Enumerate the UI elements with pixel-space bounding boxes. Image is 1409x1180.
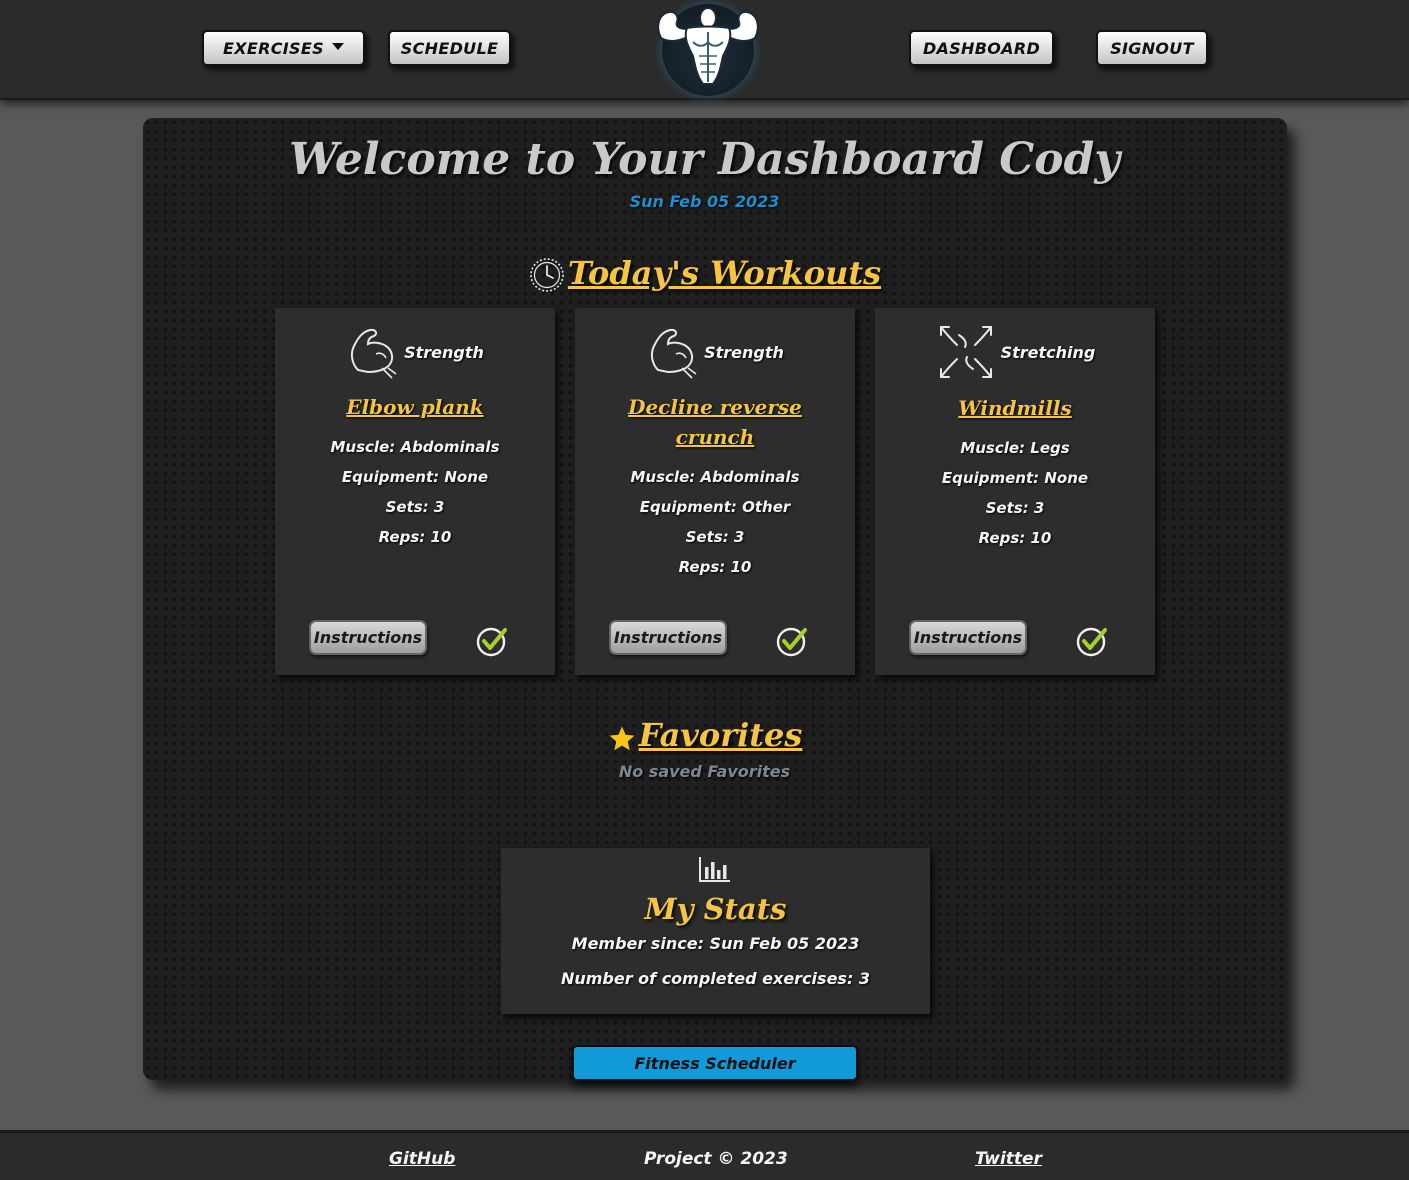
flexed-arm-icon — [351, 328, 397, 379]
exercise-name-link[interactable]: Elbow plank — [295, 392, 535, 422]
signout-label: SIGNOUT — [1110, 38, 1194, 58]
exercise-name-link[interactable]: Windmills — [895, 393, 1135, 423]
my-stats-card: My Stats Member since: Sun Feb 05 2023 N… — [501, 848, 930, 1014]
complete-check-icon[interactable] — [1075, 624, 1109, 658]
exercise-muscle: Muscle: Abdominals — [330, 438, 500, 456]
workout-type-label: Strength — [404, 342, 484, 362]
exercise-muscle: Muscle: Abdominals — [630, 468, 800, 486]
workout-type-row: Strength — [275, 322, 555, 382]
favorites-title[interactable]: Favorites — [639, 716, 803, 754]
page-title: Welcome to Your Dashboard Cody — [289, 134, 1120, 185]
twitter-link[interactable]: Twitter — [975, 1149, 1042, 1169]
instructions-button[interactable]: Instructions — [909, 620, 1027, 655]
member-since-text: Member since: Sun Feb 05 2023 — [571, 934, 860, 953]
clock-icon — [530, 258, 564, 292]
workout-card-2: Strength Decline reverse crunch Muscle: … — [575, 308, 855, 675]
complete-check-icon[interactable] — [775, 624, 809, 658]
workout-card-3: Stretching Windmills Muscle: Legs Equipm… — [875, 308, 1155, 675]
instructions-button[interactable]: Instructions — [609, 620, 727, 655]
exercises-dropdown-button[interactable]: EXERCISES — [202, 30, 365, 66]
fitness-scheduler-label: Fitness Scheduler — [634, 1053, 796, 1073]
schedule-label: SCHEDULE — [400, 38, 499, 58]
todays-workouts-heading: Today's Workouts — [0, 252, 1409, 294]
expand-arrows-icon — [939, 326, 992, 378]
workout-type-row: Stretching — [875, 322, 1155, 382]
todays-workouts-title[interactable]: Today's Workouts — [568, 254, 881, 292]
no-favorites-text: No saved Favorites — [618, 762, 791, 781]
instructions-label: Instructions — [913, 628, 1023, 647]
instructions-button[interactable]: Instructions — [309, 620, 427, 655]
dashboard-label: DASHBOARD — [922, 38, 1041, 58]
current-date: Sun Feb 05 2023 — [629, 192, 780, 211]
workout-card-1: Strength Elbow plank Muscle: Abdominals … — [275, 308, 555, 675]
exercise-equipment: Equipment: None — [941, 469, 1089, 487]
exercise-reps: Reps: 10 — [678, 558, 752, 576]
flexed-arm-icon — [651, 328, 697, 379]
exercise-reps: Reps: 10 — [378, 528, 452, 546]
footer: GitHub Project © 2023 Twitter — [0, 1130, 1409, 1180]
star-icon — [609, 726, 635, 751]
top-navbar: EXERCISES SCHEDULE DASHBOARD SIGNOUT — [0, 0, 1409, 100]
exercise-name-link[interactable]: Decline reverse crunch — [595, 392, 835, 452]
dashboard-button[interactable]: DASHBOARD — [909, 30, 1054, 66]
bodybuilder-logo-icon[interactable] — [657, 4, 759, 96]
copyright-text: Project © 2023 — [644, 1149, 788, 1169]
my-stats-title: My Stats — [644, 892, 787, 926]
bodybuilder-logo-graphic — [657, 7, 759, 85]
exercises-label: EXERCISES — [223, 38, 324, 58]
completed-exercises-text: Number of completed exercises: 3 — [560, 969, 871, 988]
exercise-reps: Reps: 10 — [978, 529, 1052, 547]
caret-down-icon — [331, 43, 344, 50]
exercise-sets: Sets: 3 — [385, 498, 445, 516]
exercise-equipment: Equipment: Other — [639, 498, 791, 516]
schedule-button[interactable]: SCHEDULE — [388, 30, 511, 66]
workout-type-row: Strength — [575, 322, 855, 382]
complete-check-icon[interactable] — [475, 624, 509, 658]
instructions-label: Instructions — [313, 628, 423, 647]
favorites-heading: Favorites — [0, 716, 1409, 754]
workout-type-label: Stretching — [1000, 342, 1096, 362]
workout-type-label: Strength — [704, 342, 784, 362]
bar-chart-icon — [699, 857, 730, 882]
github-link[interactable]: GitHub — [389, 1149, 455, 1169]
instructions-label: Instructions — [613, 628, 723, 647]
exercise-equipment: Equipment: None — [341, 468, 489, 486]
signout-button[interactable]: SIGNOUT — [1096, 30, 1208, 66]
fitness-scheduler-button[interactable]: Fitness Scheduler — [572, 1045, 858, 1081]
exercise-sets: Sets: 3 — [985, 499, 1045, 517]
exercise-sets: Sets: 3 — [685, 528, 745, 546]
exercise-muscle: Muscle: Legs — [960, 439, 1070, 457]
